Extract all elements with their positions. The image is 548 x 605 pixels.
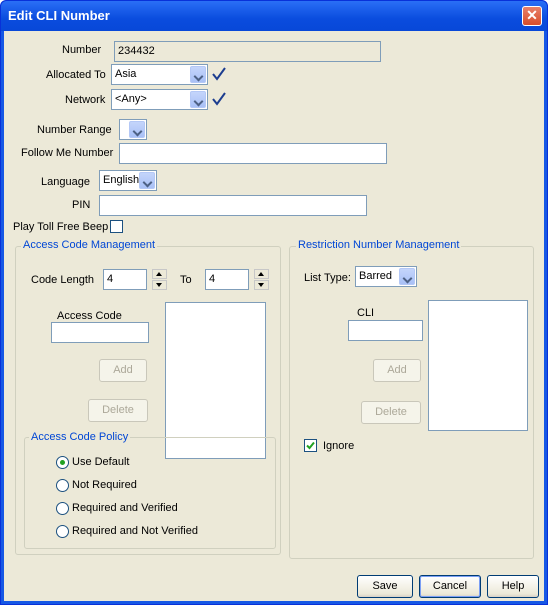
dialog-body: Number 234432 Allocated To Asia Network … [4,31,544,601]
code-length-label: Code Length [31,274,94,286]
number-range-label: Number Range [37,124,112,136]
cli-label: CLI [357,307,375,319]
save-button[interactable]: Save [357,575,413,598]
follow-me-label: Follow Me Number [21,147,114,159]
spin-up-icon[interactable] [254,269,269,279]
policy-radio-required-verified[interactable] [56,502,69,515]
access-code-delete-button[interactable]: Delete [88,399,148,422]
access-code-label: Access Code [57,310,122,322]
allocated-to-select[interactable]: Asia [111,64,208,85]
access-code-group-title: Access Code Management [21,239,158,251]
spin-down-icon[interactable] [254,280,269,290]
help-button[interactable]: Help [487,575,539,598]
code-length-to-field[interactable]: 4 [205,269,249,290]
dialog-title: Edit CLI Number [8,8,110,23]
language-select[interactable]: English [99,170,157,191]
play-toll-checkbox[interactable] [110,220,123,233]
spin-up-icon[interactable] [152,269,167,279]
network-value: <Any> [115,93,147,105]
ignore-label: Ignore [323,440,355,452]
cancel-button[interactable]: Cancel [419,575,481,598]
policy-label-required-not-verified: Required and Not Verified [72,525,198,537]
checkmark-icon [306,441,315,450]
code-length-from-field[interactable]: 4 [103,269,147,290]
pin-field[interactable] [99,195,367,216]
pin-label: PIN [72,199,91,211]
restriction-group-title: Restriction Number Management [296,239,462,251]
cli-delete-button[interactable]: Delete [361,401,421,424]
follow-me-field[interactable] [119,143,387,164]
access-code-list[interactable] [165,302,266,459]
close-icon[interactable]: ✕ [522,6,542,26]
list-type-select[interactable]: Barred [355,266,417,287]
policy-label-use-default: Use Default [72,456,130,468]
access-code-add-button[interactable]: Add [99,359,147,382]
number-field: 234432 [114,41,381,62]
checkmark-icon [212,92,226,106]
policy-radio-not-required[interactable] [56,479,69,492]
allocated-to-label: Allocated To [46,69,106,81]
edit-cli-dialog: Edit CLI Number ✕ Number 234432 Allocate… [0,0,548,605]
title-bar[interactable]: Edit CLI Number ✕ [1,1,547,31]
code-length-from-stepper[interactable] [152,269,167,290]
chevron-down-icon[interactable] [190,91,206,108]
language-value: English [103,174,140,186]
network-label: Network [65,94,106,106]
access-code-policy-title: Access Code Policy [29,431,131,443]
policy-radio-required-not-verified[interactable] [56,525,69,538]
checkmark-icon [212,67,226,81]
chevron-down-icon[interactable] [399,268,415,285]
policy-label-not-required: Not Required [72,479,137,491]
spin-down-icon[interactable] [152,280,167,290]
to-label: To [180,274,192,286]
cli-list[interactable] [428,300,528,431]
chevron-down-icon[interactable] [190,66,206,83]
list-type-value: Barred [359,270,393,282]
number-label: Number [62,44,102,56]
allocated-to-value: Asia [115,68,137,80]
policy-radio-use-default[interactable] [56,456,69,469]
number-range-select[interactable] [119,119,147,140]
policy-label-required-verified: Required and Verified [72,502,178,514]
chevron-down-icon[interactable] [139,172,155,189]
list-type-label: List Type: [304,272,351,284]
play-toll-label: Play Toll Free Beep [13,221,109,233]
cli-field[interactable] [348,320,423,341]
network-select[interactable]: <Any> [111,89,208,110]
access-code-field[interactable] [51,322,149,343]
language-label: Language [41,176,90,188]
chevron-down-icon[interactable] [129,121,145,138]
code-length-to-stepper[interactable] [254,269,269,290]
ignore-checkbox[interactable] [304,439,317,452]
cli-add-button[interactable]: Add [373,359,421,382]
